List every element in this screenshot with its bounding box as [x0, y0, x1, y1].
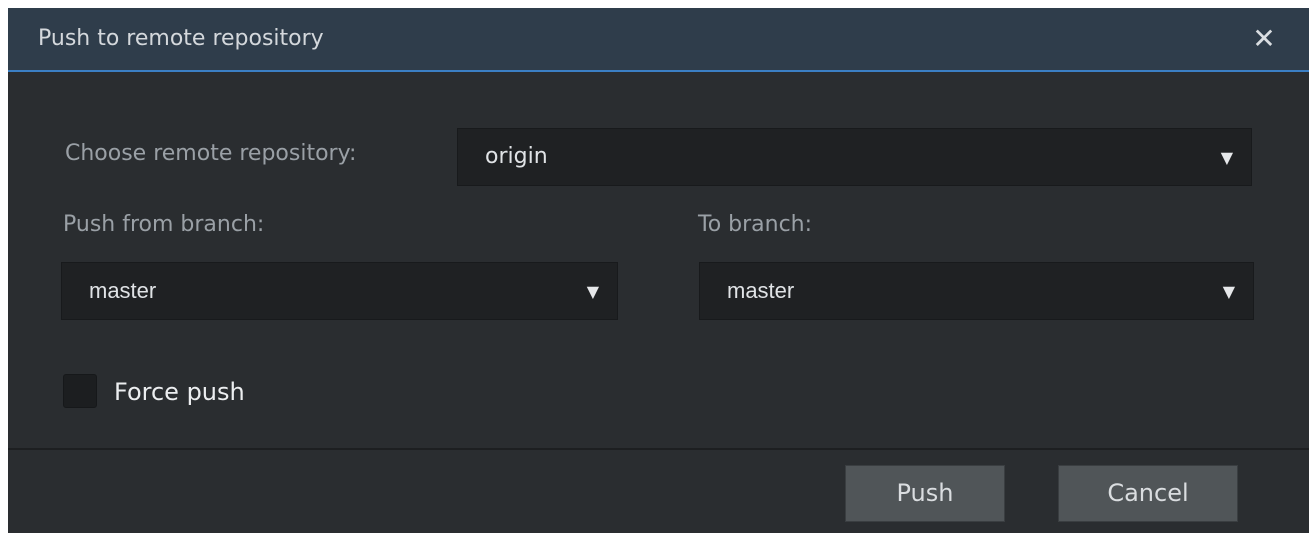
chevron-down-icon: ▼: [1222, 282, 1235, 301]
close-icon[interactable]: ✕: [1249, 24, 1279, 54]
push-dialog: Push to remote repository ✕ Choose remot…: [8, 8, 1309, 533]
push-button[interactable]: Push: [845, 465, 1005, 522]
force-push-checkbox[interactable]: [63, 374, 97, 408]
to-branch-label: To branch:: [698, 212, 813, 237]
push-from-branch-label: Push from branch:: [63, 212, 265, 237]
cancel-button[interactable]: Cancel: [1058, 465, 1238, 522]
to-branch-select[interactable]: master ▼: [699, 262, 1254, 320]
footer-divider: [8, 448, 1309, 450]
remote-repository-value: origin: [485, 144, 548, 169]
chevron-down-icon: ▼: [586, 282, 599, 301]
dialog-titlebar: Push to remote repository ✕: [8, 8, 1309, 72]
remote-repository-select[interactable]: origin ▼: [457, 128, 1252, 186]
push-from-branch-select[interactable]: master ▼: [61, 262, 618, 320]
to-branch-value: master: [727, 278, 795, 303]
dialog-title: Push to remote repository: [38, 26, 324, 51]
push-from-branch-value: master: [89, 278, 157, 303]
chevron-down-icon: ▼: [1220, 148, 1233, 167]
force-push-label[interactable]: Force push: [114, 378, 245, 406]
remote-repository-label: Choose remote repository:: [65, 141, 357, 166]
